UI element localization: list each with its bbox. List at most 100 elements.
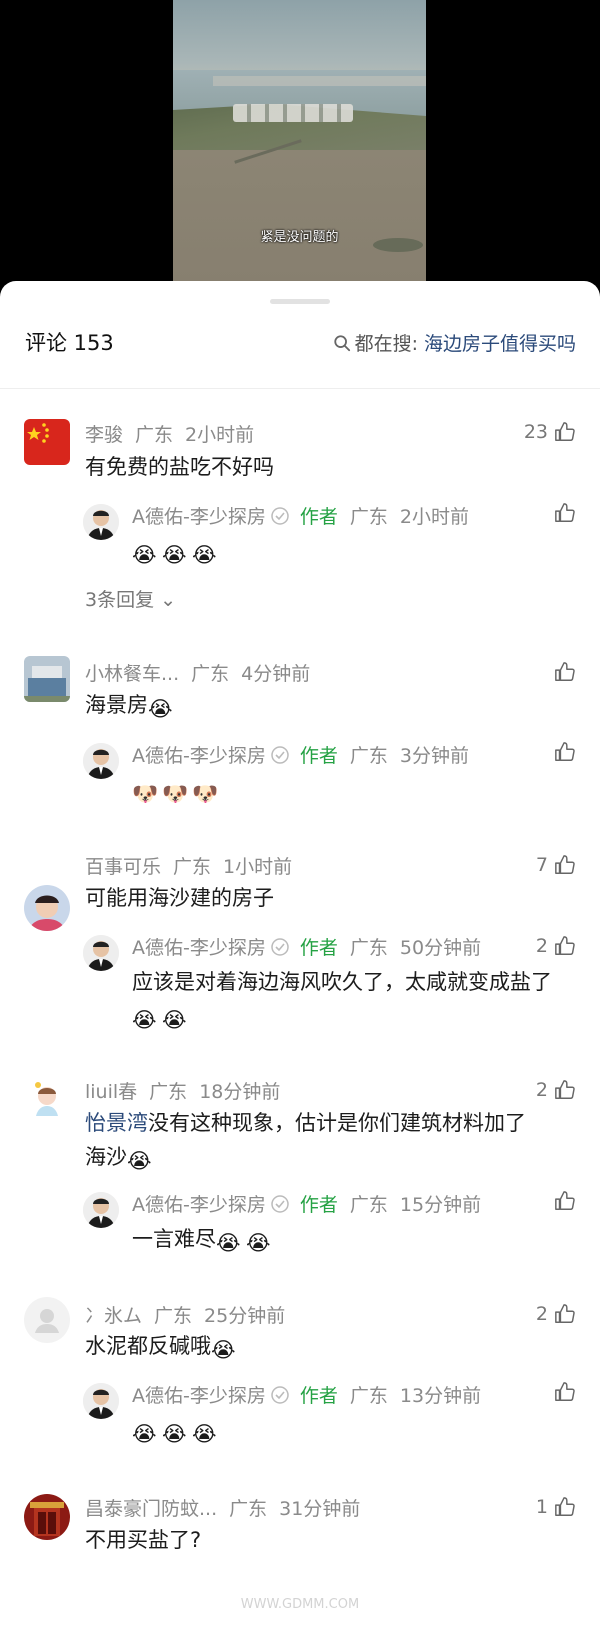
reply-username[interactable]: A德佑-李少探房 bbox=[132, 1381, 266, 1408]
username[interactable]: 冫氷ム bbox=[85, 1305, 142, 1327]
like-count: 23 bbox=[523, 421, 548, 443]
thumbs-up-icon bbox=[555, 1080, 575, 1099]
username[interactable]: 小林餐车... bbox=[85, 663, 179, 685]
crying-laughing-emoji-icon: 😭 bbox=[162, 1008, 187, 1032]
region: 广东 bbox=[149, 1081, 188, 1103]
verified-icon bbox=[271, 1194, 289, 1213]
timestamp: 2小时前 bbox=[399, 506, 469, 528]
thumbs-up-icon bbox=[555, 422, 575, 441]
region: 广东 bbox=[154, 1305, 193, 1327]
like-button[interactable]: 2 bbox=[536, 1303, 576, 1325]
comment-count: 评论 153 bbox=[25, 331, 114, 355]
reply-username[interactable]: A德佑-李少探房 bbox=[132, 933, 266, 960]
author-tag: 作者 bbox=[299, 1194, 338, 1216]
crying-laughing-emoji-icon: 😭 bbox=[216, 1231, 241, 1255]
crying-laughing-emoji-icon: 😭 bbox=[148, 697, 173, 721]
divider bbox=[0, 388, 600, 389]
expand-replies-button[interactable]: 3条回复 ⌄ bbox=[85, 585, 176, 612]
author-avatar[interactable] bbox=[83, 743, 119, 779]
like-button[interactable] bbox=[548, 661, 576, 683]
avatar[interactable] bbox=[24, 1297, 70, 1343]
author-tag: 作者 bbox=[299, 506, 338, 528]
like-button[interactable]: 2 bbox=[536, 1079, 576, 1101]
crying-laughing-emoji-icon: 😭 bbox=[162, 1422, 187, 1446]
like-button[interactable]: 23 bbox=[524, 421, 576, 443]
verified-icon bbox=[271, 745, 289, 764]
author-avatar[interactable] bbox=[83, 1192, 119, 1228]
thumbs-up-icon bbox=[555, 1191, 575, 1210]
like-button[interactable]: 7 bbox=[536, 854, 576, 876]
comment-meta: liuil春 广东 18分钟前 bbox=[85, 1077, 292, 1104]
crying-laughing-emoji-icon: 😭 bbox=[162, 543, 187, 567]
like-button[interactable]: 2 bbox=[536, 935, 576, 957]
crying-laughing-emoji-icon: 😭 bbox=[246, 1231, 271, 1255]
search-suggestion[interactable]: 都在搜: 海边房子值得买吗 bbox=[333, 329, 576, 356]
reply-text: 应该是对着海边海风吹久了，太咸就变成盐了 bbox=[132, 970, 552, 994]
comment-text-content: 海景房 bbox=[85, 693, 148, 717]
avatar[interactable] bbox=[24, 419, 70, 465]
thumbs-up-icon bbox=[555, 1497, 575, 1516]
expand-label: 3条回复 bbox=[85, 589, 155, 611]
thumbs-up-icon bbox=[555, 503, 575, 522]
comment-text: 怡景湾没有这种现象，估计是你们建筑材料加了 bbox=[85, 1106, 526, 1140]
reply-username[interactable]: A德佑-李少探房 bbox=[132, 1190, 266, 1217]
doge-emoji-icon: 🐶 bbox=[162, 782, 189, 806]
author-tag: 作者 bbox=[299, 1385, 338, 1407]
crying-laughing-emoji-icon: 😭 bbox=[127, 1149, 152, 1173]
region: 广东 bbox=[191, 663, 230, 685]
search-keyword[interactable]: 海边房子值得买吗 bbox=[424, 329, 576, 356]
search-prefix: 都在搜: bbox=[354, 333, 418, 355]
author-avatar[interactable] bbox=[83, 935, 119, 971]
thumbs-up-icon bbox=[555, 1382, 575, 1401]
comment-meta: 小林餐车... 广东 4分钟前 bbox=[85, 659, 322, 686]
reply-meta: A德佑-李少探房 作者 广东 13分钟前 bbox=[132, 1381, 493, 1408]
location-mention[interactable]: 怡景湾 bbox=[85, 1111, 148, 1135]
chevron-down-icon: ⌄ bbox=[160, 589, 177, 611]
search-icon bbox=[333, 334, 350, 351]
comment-text-content: 水泥都反碱哦 bbox=[85, 1334, 211, 1358]
timestamp: 18分钟前 bbox=[199, 1081, 281, 1103]
crying-laughing-emoji-icon: 😭 bbox=[132, 543, 157, 567]
drag-handle[interactable] bbox=[270, 299, 330, 304]
comment-text-content: 海沙 bbox=[85, 1145, 127, 1169]
reply-emojis: 😭 😭 😭 bbox=[132, 1413, 222, 1447]
author-avatar[interactable] bbox=[83, 504, 119, 540]
region: 广东 bbox=[135, 424, 174, 446]
region: 广东 bbox=[349, 745, 388, 767]
like-button[interactable] bbox=[548, 1381, 576, 1403]
like-count: 2 bbox=[535, 935, 548, 957]
username[interactable]: 百事可乐 bbox=[85, 856, 161, 878]
username[interactable]: 昌泰豪门防蚊... bbox=[85, 1498, 217, 1520]
username[interactable]: 李骏 bbox=[85, 424, 123, 446]
region: 广东 bbox=[349, 937, 388, 959]
username[interactable]: liuil春 bbox=[85, 1081, 137, 1103]
region: 广东 bbox=[349, 1194, 388, 1216]
verified-icon bbox=[271, 1385, 289, 1404]
video-frame[interactable]: 紧是没问题的 bbox=[173, 0, 426, 284]
avatar[interactable] bbox=[24, 1494, 70, 1540]
video-player[interactable]: 紧是没问题的 bbox=[0, 0, 600, 300]
reply-emojis: 😭 😭 😭 bbox=[132, 534, 222, 568]
avatar[interactable] bbox=[24, 656, 70, 702]
avatar[interactable] bbox=[24, 1076, 70, 1122]
like-button[interactable] bbox=[548, 1190, 576, 1212]
verified-icon bbox=[271, 937, 289, 956]
avatar[interactable] bbox=[24, 885, 70, 931]
timestamp: 15分钟前 bbox=[399, 1194, 482, 1216]
like-button[interactable] bbox=[548, 502, 576, 524]
like-button[interactable] bbox=[548, 741, 576, 763]
reply-text-content: 一言难尽 bbox=[132, 1227, 216, 1251]
timestamp: 1小时前 bbox=[223, 856, 293, 878]
thumbs-up-icon bbox=[555, 742, 575, 761]
reply-meta: A德佑-李少探房 作者 广东 15分钟前 bbox=[132, 1190, 493, 1217]
crying-laughing-emoji-icon: 😭 bbox=[132, 1008, 157, 1032]
author-avatar[interactable] bbox=[83, 1383, 119, 1419]
timestamp: 2小时前 bbox=[185, 424, 255, 446]
comment-meta: 百事可乐 广东 1小时前 bbox=[85, 852, 304, 879]
reply-username[interactable]: A德佑-李少探房 bbox=[132, 741, 266, 768]
thumbs-up-icon bbox=[555, 662, 575, 681]
reply-username[interactable]: A德佑-李少探房 bbox=[132, 502, 266, 529]
crying-laughing-emoji-icon: 😭 bbox=[192, 543, 217, 567]
like-button[interactable]: 1 bbox=[536, 1496, 576, 1518]
comment-text: 不用买盐了? bbox=[85, 1528, 202, 1552]
